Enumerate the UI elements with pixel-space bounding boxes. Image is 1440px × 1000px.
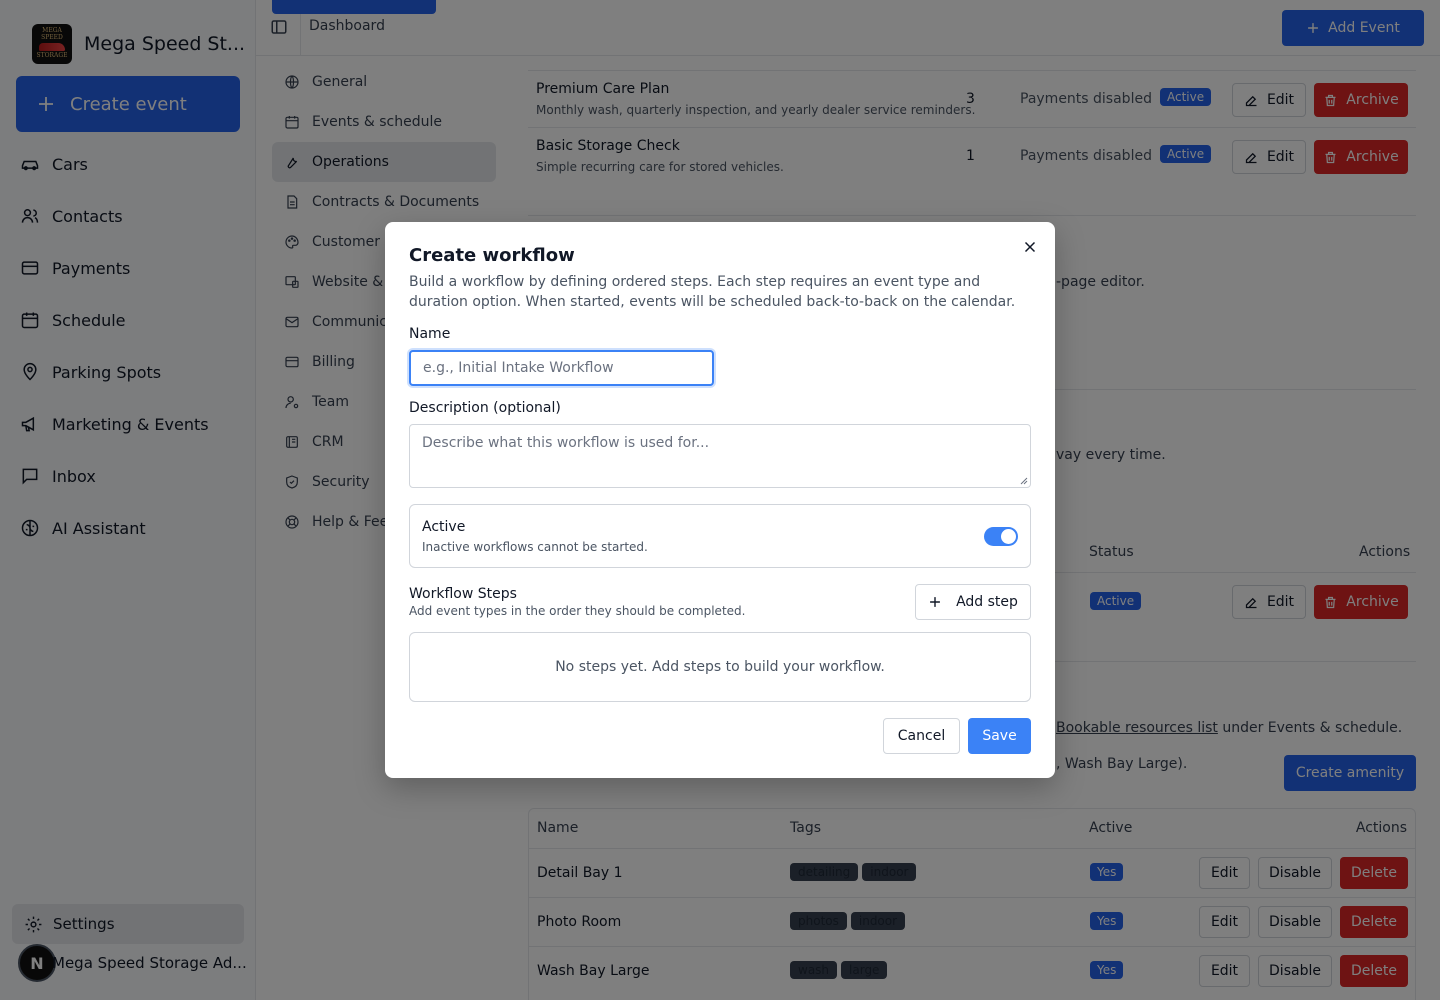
description-placeholder: Describe what this workflow is used for.… xyxy=(422,435,710,451)
workflow-description-textarea[interactable]: Describe what this workflow is used for.… xyxy=(409,424,1031,488)
workflow-steps-label: Workflow Steps xyxy=(409,586,517,602)
save-button[interactable]: Save xyxy=(968,718,1031,754)
resize-handle-icon[interactable] xyxy=(1020,477,1028,485)
add-step-button[interactable]: Add step xyxy=(915,584,1031,620)
toggle-knob xyxy=(1001,529,1016,544)
close-icon[interactable] xyxy=(1021,238,1039,256)
workflow-name-input[interactable]: e.g., Initial Intake Workflow xyxy=(409,350,714,386)
active-label: Active xyxy=(422,519,466,535)
cancel-button[interactable]: Cancel xyxy=(883,718,960,754)
add-step-label: Add step xyxy=(956,594,1018,610)
workflow-steps-help: Add event types in the order they should… xyxy=(409,604,746,618)
description-label: Description (optional) xyxy=(409,400,561,416)
dialog-title: Create workflow xyxy=(409,245,575,266)
active-help-text: Inactive workflows cannot be started. xyxy=(422,540,648,554)
name-label: Name xyxy=(409,326,451,342)
plus-icon xyxy=(930,597,940,607)
name-placeholder: e.g., Initial Intake Workflow xyxy=(423,360,614,376)
dialog-description: Build a workflow by defining ordered ste… xyxy=(409,274,1016,310)
active-toggle[interactable] xyxy=(984,527,1018,546)
create-workflow-dialog: Create workflow Build a workflow by defi… xyxy=(385,222,1055,778)
empty-steps-placeholder: No steps yet. Add steps to build your wo… xyxy=(409,632,1031,702)
active-setting: Active Inactive workflows cannot be star… xyxy=(409,504,1031,568)
